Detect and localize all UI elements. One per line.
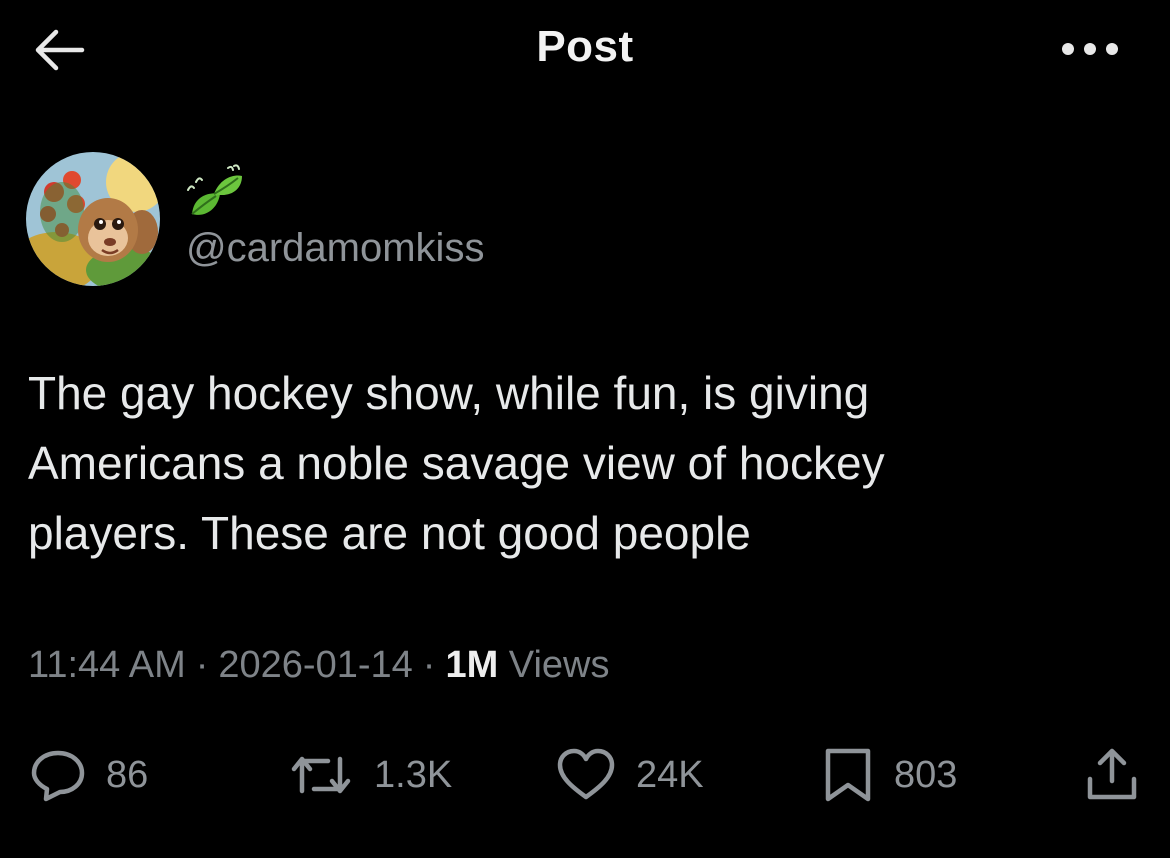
share-button[interactable]	[1082, 740, 1142, 810]
like-count: 24K	[636, 753, 704, 796]
post-time[interactable]: 11:44 AM	[28, 644, 186, 686]
leaf-emoji-icon	[187, 164, 242, 215]
avatar-image	[26, 152, 160, 286]
repost-button[interactable]: 1.3K	[286, 740, 452, 810]
reply-button[interactable]: 86	[28, 740, 148, 810]
post-date[interactable]: 2026-01-14	[218, 644, 412, 686]
meta-separator: ·	[422, 644, 436, 686]
bookmark-count: 803	[894, 753, 958, 796]
reply-count: 86	[106, 753, 149, 796]
post-text: The gay hockey show, while fun, is givin…	[28, 367, 885, 559]
display-name[interactable]	[184, 164, 254, 224]
heart-icon	[557, 748, 615, 800]
reply-icon	[31, 750, 85, 802]
top-bar: Post	[0, 0, 1170, 100]
post-meta: 11:44 AM · 2026-01-14 · 1M Views	[28, 644, 609, 687]
like-button[interactable]: 24K	[554, 740, 704, 810]
meta-separator: ·	[195, 644, 209, 686]
back-button[interactable]	[26, 22, 90, 78]
arrow-left-icon	[35, 29, 85, 71]
more-options-button[interactable]	[1050, 24, 1130, 74]
share-icon	[1087, 748, 1137, 800]
views-label: Views	[508, 644, 610, 686]
author-row: @cardamomkiss	[26, 152, 1126, 292]
repost-count: 1.3K	[374, 753, 453, 796]
bookmark-icon	[825, 748, 871, 802]
page-title: Post	[536, 22, 634, 71]
more-horizontal-icon	[1062, 43, 1118, 55]
views-count[interactable]: 1M	[445, 644, 498, 686]
bookmark-button[interactable]: 803	[820, 740, 957, 810]
avatar[interactable]	[26, 152, 160, 286]
author-handle[interactable]: @cardamomkiss	[186, 226, 484, 271]
action-bar: 86 1.3K 24K 803	[0, 740, 1170, 810]
repost-icon	[291, 756, 351, 794]
